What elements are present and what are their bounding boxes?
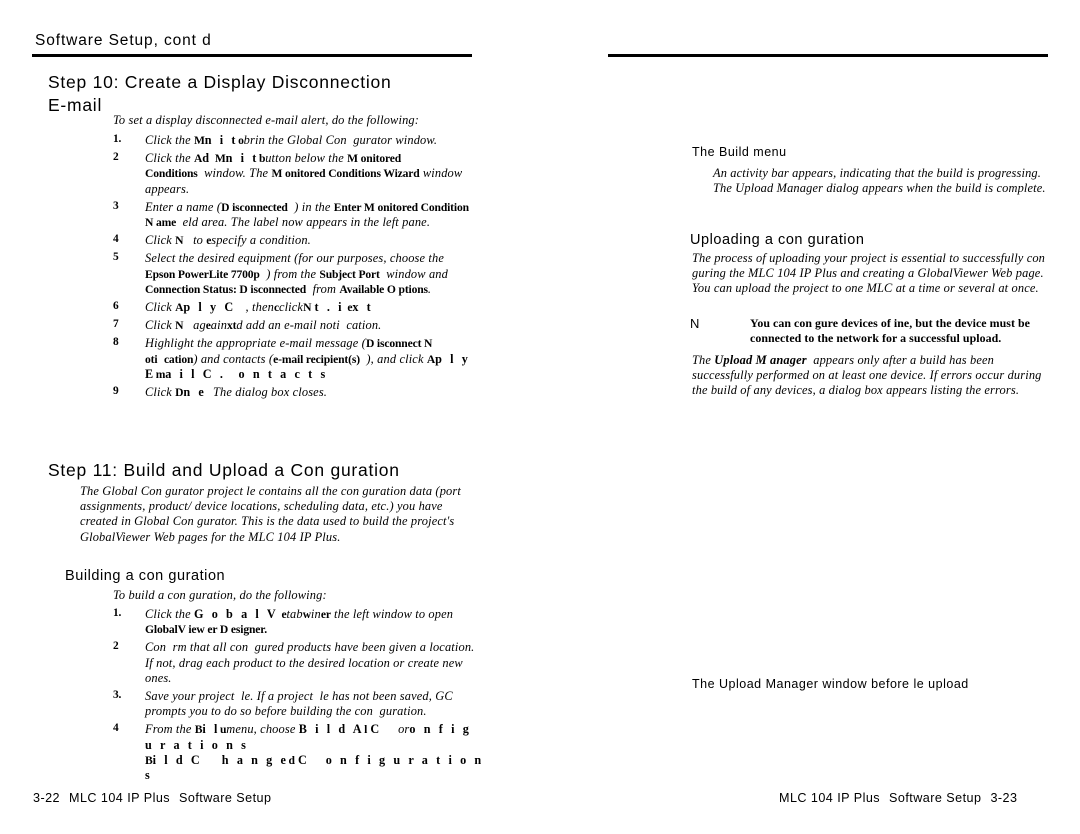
list-item-number: 2 bbox=[113, 640, 119, 653]
list-item: 9 Click Dn e The dialog box closes. bbox=[113, 385, 473, 400]
step-11-intro: The Global Con gurator project le contai… bbox=[80, 484, 461, 544]
page-spread: Software Setup, cont d Step 10: Create a… bbox=[0, 0, 1080, 834]
list-item-text: Highlight the appropriate e-mail message… bbox=[145, 336, 471, 381]
uploading-configuration-heading: Uploading a con guration bbox=[690, 232, 865, 248]
list-item-text: Save your project le. If a project le ha… bbox=[145, 689, 453, 719]
list-item: 3. Save your project le. If a project le … bbox=[113, 689, 485, 719]
left-footer-product: MLC 104 IP Plus bbox=[69, 791, 171, 805]
list-item-text: Enter a name (D isconnected ) in the Ent… bbox=[145, 199, 469, 230]
list-item-number: 8 bbox=[113, 336, 119, 349]
list-item-text: Select the desired equipment (for our pu… bbox=[145, 251, 448, 296]
left-page-number: 3-22 bbox=[33, 791, 61, 805]
list-item-number: 7 bbox=[113, 318, 119, 331]
list-item: 7 Click N ageainxtd add an e-mail noti ca… bbox=[113, 318, 473, 333]
right-page-footer: MLC 104 IP Plus Software Setup 3-23 bbox=[779, 791, 1017, 805]
list-item: 2 Click the Ad Mn i tbutton below the M o… bbox=[113, 151, 473, 197]
right-page-number: 3-23 bbox=[990, 791, 1018, 805]
list-item-text: Click the G o b a l V etabwiner the left… bbox=[145, 607, 454, 637]
list-item: 1. Click the G o b a l V etabwiner the le… bbox=[113, 607, 485, 637]
list-item: 4 Click N to especify a condition. bbox=[113, 233, 473, 248]
list-item: 8 Highlight the appropriate e-mail messag… bbox=[113, 336, 473, 382]
list-item-text: Con rm that all con gured products have … bbox=[145, 640, 475, 685]
list-item-text: Click the Ad Mn i tbutton below the M on… bbox=[145, 151, 463, 196]
list-item-number: 2 bbox=[113, 151, 119, 164]
step-11-heading: Step 11: Build and Upload a Con guration bbox=[48, 460, 400, 480]
right-footer-product: MLC 104 IP Plus bbox=[779, 791, 881, 805]
step-10-list: 1. Click the Mn i tobrin the Global Con g… bbox=[113, 133, 473, 403]
list-item-text: Click N ageainxtd add an e-mail noti cat… bbox=[145, 318, 382, 333]
list-item-number: 1. bbox=[113, 133, 122, 145]
list-item-number: 6 bbox=[113, 300, 119, 313]
build-followup-text: An activity bar appears, indicating that… bbox=[713, 166, 1046, 196]
build-menu-figure bbox=[690, 68, 1048, 138]
header-rule-right bbox=[608, 54, 1048, 57]
list-item: 6 Click Ap l y C , thencclickN t . i ex t bbox=[113, 300, 473, 315]
building-list-intro: To build a con guration, do the followin… bbox=[113, 588, 327, 602]
upload-manager-paragraph: The Upload M anager appears only after a… bbox=[692, 353, 1042, 398]
left-page-footer: 3-22 MLC 104 IP Plus Software Setup bbox=[33, 791, 271, 805]
step-10-heading-line2: E-mail bbox=[48, 95, 103, 115]
upload-manager-figure bbox=[690, 420, 1052, 670]
list-item-text: From the Bi lumenu, choose B i l d Al C … bbox=[145, 722, 484, 783]
right-page: The Build menu An activity bar appears, … bbox=[540, 0, 1080, 834]
list-item-number: 9 bbox=[113, 385, 119, 398]
building-configuration-subheading: Building a con guration bbox=[65, 568, 226, 584]
list-item-number: 3 bbox=[113, 199, 119, 212]
list-item-text: Click the Mn i tobrin the Global Con gur… bbox=[145, 133, 438, 147]
list-item-number: 3. bbox=[113, 689, 122, 702]
build-menu-caption: The Build menu bbox=[692, 145, 787, 159]
list-item-number: 1. bbox=[113, 607, 122, 619]
header-rule bbox=[32, 54, 472, 57]
running-head: Software Setup, cont d bbox=[35, 32, 212, 49]
note-body: You can con gure devices of ine, but the… bbox=[750, 316, 1030, 346]
step-10-heading-line1: Step 10: Create a Display Disconnection bbox=[48, 72, 392, 92]
list-item-text: Click N to especify a condition. bbox=[145, 233, 311, 248]
list-item: 5 Select the desired equipment (for our p… bbox=[113, 251, 473, 297]
upload-manager-caption: The Upload Manager window before le uplo… bbox=[692, 677, 969, 691]
list-item: 2 Con rm that all con gured products have… bbox=[113, 640, 485, 686]
list-item: 4 From the Bi lumenu, choose B i l d Al C… bbox=[113, 722, 485, 783]
step-10-heading: Step 10: Create a Display Disconnection … bbox=[48, 71, 468, 117]
step-10-intro: To set a display disconnected e-mail ale… bbox=[113, 113, 420, 127]
list-item-number: 4 bbox=[113, 722, 119, 735]
note-block: N You can con gure devices of ine, but t… bbox=[690, 316, 1052, 347]
uploading-intro: The process of uploading your project is… bbox=[692, 251, 1046, 296]
right-footer-chapter: Software Setup bbox=[889, 791, 982, 805]
list-item-text: Click Ap l y C , thencclickN t . i ex t bbox=[145, 300, 374, 315]
building-configuration-list: 1. Click the G o b a l V etabwiner the le… bbox=[113, 607, 485, 786]
list-item-number: 4 bbox=[113, 233, 119, 246]
list-item-text: Click Dn e The dialog box closes. bbox=[145, 385, 328, 400]
left-footer-chapter: Software Setup bbox=[179, 791, 272, 805]
note-tag: N bbox=[690, 316, 700, 331]
list-item-number: 5 bbox=[113, 251, 119, 264]
left-page: Software Setup, cont d Step 10: Create a… bbox=[0, 0, 540, 834]
list-item: 3 Enter a name (D isconnected ) in the En… bbox=[113, 200, 473, 230]
list-item: 1. Click the Mn i tobrin the Global Con g… bbox=[113, 133, 473, 148]
